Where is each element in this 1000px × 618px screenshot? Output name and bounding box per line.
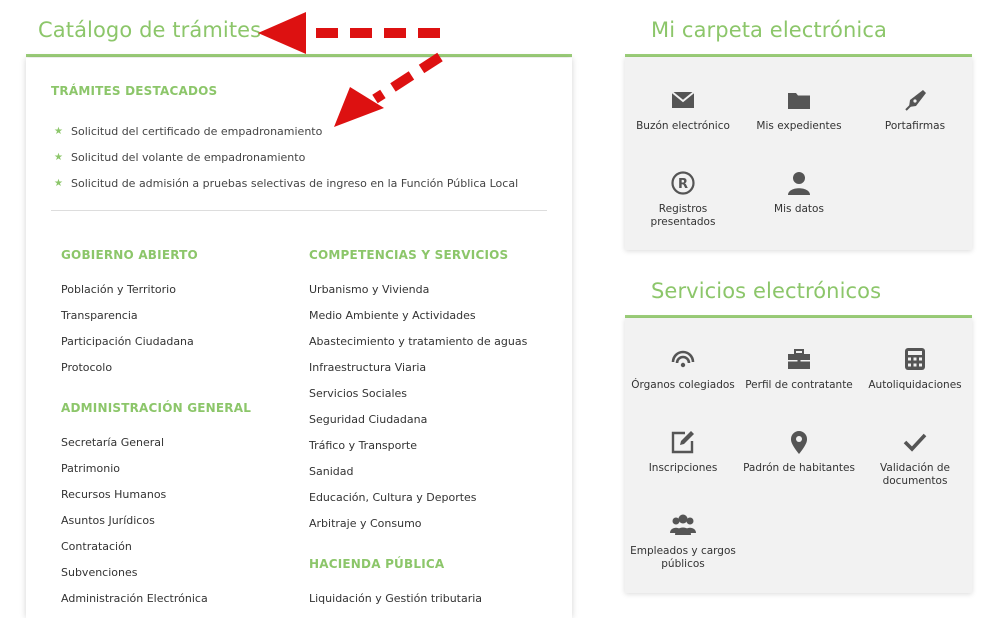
star-icon: ★ xyxy=(54,125,63,137)
catalog-title-underline xyxy=(26,54,572,57)
administracion-general-list: Secretaría General Patrimonio Recursos H… xyxy=(61,429,208,611)
featured-item[interactable]: ★ Solicitud del volante de empadronamien… xyxy=(54,144,518,170)
gobierno-abierto-list: Población y Territorio Transparencia Par… xyxy=(61,276,194,380)
competencias-item-trafico[interactable]: Tráfico y Transporte xyxy=(309,432,527,458)
featured-item-label: Solicitud de admisión a pruebas selectiv… xyxy=(71,176,519,190)
envelope-icon xyxy=(671,91,695,108)
tile-label: Empleados y cargos públicos xyxy=(630,545,736,570)
gobierno-item-participacion[interactable]: Participación Ciudadana xyxy=(61,328,194,354)
tile-buzon[interactable]: Buzón electrónico xyxy=(625,87,741,133)
catalog-card: TRÁMITES DESTACADOS ★ Solicitud del cert… xyxy=(26,58,572,618)
tile-expedientes[interactable]: Mis expedientes xyxy=(741,87,857,133)
tile-label: Padrón de habitantes xyxy=(743,462,855,474)
catalog-title: Catálogo de trámites xyxy=(38,18,262,42)
group-icon xyxy=(670,514,696,535)
svg-text:R: R xyxy=(678,177,688,192)
competencias-servicios-list: Urbanismo y Vivienda Medio Ambiente y Ac… xyxy=(309,276,527,536)
featured-divider xyxy=(51,210,547,211)
pen-nib-icon xyxy=(905,90,926,111)
folder-icon xyxy=(788,93,810,109)
administracion-item-contratacion[interactable]: Contratación xyxy=(61,533,208,559)
competencias-item-educacion[interactable]: Educación, Cultura y Deportes xyxy=(309,484,527,510)
featured-item-label: Solicitud del certificado de empadronami… xyxy=(71,124,323,138)
featured-item[interactable]: ★ Solicitud del certificado de empadrona… xyxy=(54,118,518,144)
tile-validacion[interactable]: Validación de documentos xyxy=(857,429,973,488)
tile-label: Buzón electrónico xyxy=(636,120,730,132)
tile-label: Mis datos xyxy=(774,203,824,215)
tile-label: Inscripciones xyxy=(648,462,718,474)
administracion-item-electronica[interactable]: Administración Electrónica xyxy=(61,585,208,611)
tile-label: Autoliquidaciones xyxy=(868,379,962,391)
competencias-item-arbitraje[interactable]: Arbitraje y Consumo xyxy=(309,510,527,536)
competencias-item-aguas[interactable]: Abastecimiento y tratamiento de aguas xyxy=(309,328,527,354)
administracion-item-subvenciones[interactable]: Subvenciones xyxy=(61,559,208,585)
arrow-to-catalog-title xyxy=(258,12,440,54)
hacienda-publica-list: Liquidación y Gestión tributaria xyxy=(309,585,482,611)
administracion-item-rrhh[interactable]: Recursos Humanos xyxy=(61,481,208,507)
tile-label: Perfil de contratante xyxy=(745,379,853,391)
gobierno-abierto-heading: GOBIERNO ABIERTO xyxy=(61,248,198,262)
signal-icon xyxy=(671,350,695,368)
tile-mis-datos[interactable]: Mis datos xyxy=(741,170,857,216)
tile-empleados[interactable]: Empleados y cargos públicos xyxy=(625,512,741,571)
tile-registros[interactable]: R Registros presentados xyxy=(625,170,741,229)
tile-inscripciones[interactable]: Inscripciones xyxy=(625,429,741,475)
briefcase-icon xyxy=(788,349,810,369)
carpeta-title: Mi carpeta electrónica xyxy=(651,18,887,42)
administracion-item-patrimonio[interactable]: Patrimonio xyxy=(61,455,208,481)
tile-label: Validación de documentos xyxy=(880,462,950,487)
star-icon: ★ xyxy=(54,177,63,189)
gobierno-item-poblacion[interactable]: Población y Territorio xyxy=(61,276,194,302)
tile-label: Mis expedientes xyxy=(756,120,842,132)
competencias-item-viaria[interactable]: Infraestructura Viaria xyxy=(309,354,527,380)
map-marker-icon xyxy=(791,431,807,454)
calculator-icon xyxy=(905,348,925,370)
competencias-item-seguridad[interactable]: Seguridad Ciudadana xyxy=(309,406,527,432)
tile-padron[interactable]: Padrón de habitantes xyxy=(741,429,857,475)
featured-heading: TRÁMITES DESTACADOS xyxy=(51,84,218,98)
featured-list: ★ Solicitud del certificado de empadrona… xyxy=(54,118,518,196)
competencias-servicios-heading: COMPETENCIAS Y SERVICIOS xyxy=(309,248,509,262)
gobierno-item-transparencia[interactable]: Transparencia xyxy=(61,302,194,328)
featured-item-label: Solicitud del volante de empadronamiento xyxy=(71,150,306,164)
competencias-item-urbanismo[interactable]: Urbanismo y Vivienda xyxy=(309,276,527,302)
carpeta-panel: Buzón electrónico Mis expedientes Portaf… xyxy=(625,57,972,250)
administracion-general-heading: ADMINISTRACIÓN GENERAL xyxy=(61,401,252,415)
featured-item[interactable]: ★ Solicitud de admisión a pruebas select… xyxy=(54,170,518,196)
registered-icon: R xyxy=(671,171,695,195)
star-icon: ★ xyxy=(54,151,63,163)
user-icon xyxy=(788,172,810,195)
hacienda-publica-heading: HACIENDA PÚBLICA xyxy=(309,557,445,571)
edit-icon xyxy=(671,431,694,454)
competencias-item-sanidad[interactable]: Sanidad xyxy=(309,458,527,484)
administracion-item-secretaria[interactable]: Secretaría General xyxy=(61,429,208,455)
competencias-item-sociales[interactable]: Servicios Sociales xyxy=(309,380,527,406)
tile-organos-colegiados[interactable]: Órganos colegiados xyxy=(625,346,741,392)
administracion-item-juridicos[interactable]: Asuntos Jurídicos xyxy=(61,507,208,533)
servicios-title: Servicios electrónicos xyxy=(651,279,882,303)
servicios-panel: Órganos colegiados Perfil de contratante… xyxy=(625,318,972,593)
competencias-item-medio-ambiente[interactable]: Medio Ambiente y Actividades xyxy=(309,302,527,328)
gobierno-item-protocolo[interactable]: Protocolo xyxy=(61,354,194,380)
check-icon xyxy=(903,433,927,452)
tile-label: Portafirmas xyxy=(884,120,946,132)
hacienda-item-liquidacion[interactable]: Liquidación y Gestión tributaria xyxy=(309,585,482,611)
tile-autoliquidaciones[interactable]: Autoliquidaciones xyxy=(857,346,973,392)
tile-label: Registros presentados xyxy=(650,203,716,228)
tile-portafirmas[interactable]: Portafirmas xyxy=(857,87,973,133)
tile-label: Órganos colegiados xyxy=(631,379,735,391)
tile-perfil-contratante[interactable]: Perfil de contratante xyxy=(741,346,857,392)
